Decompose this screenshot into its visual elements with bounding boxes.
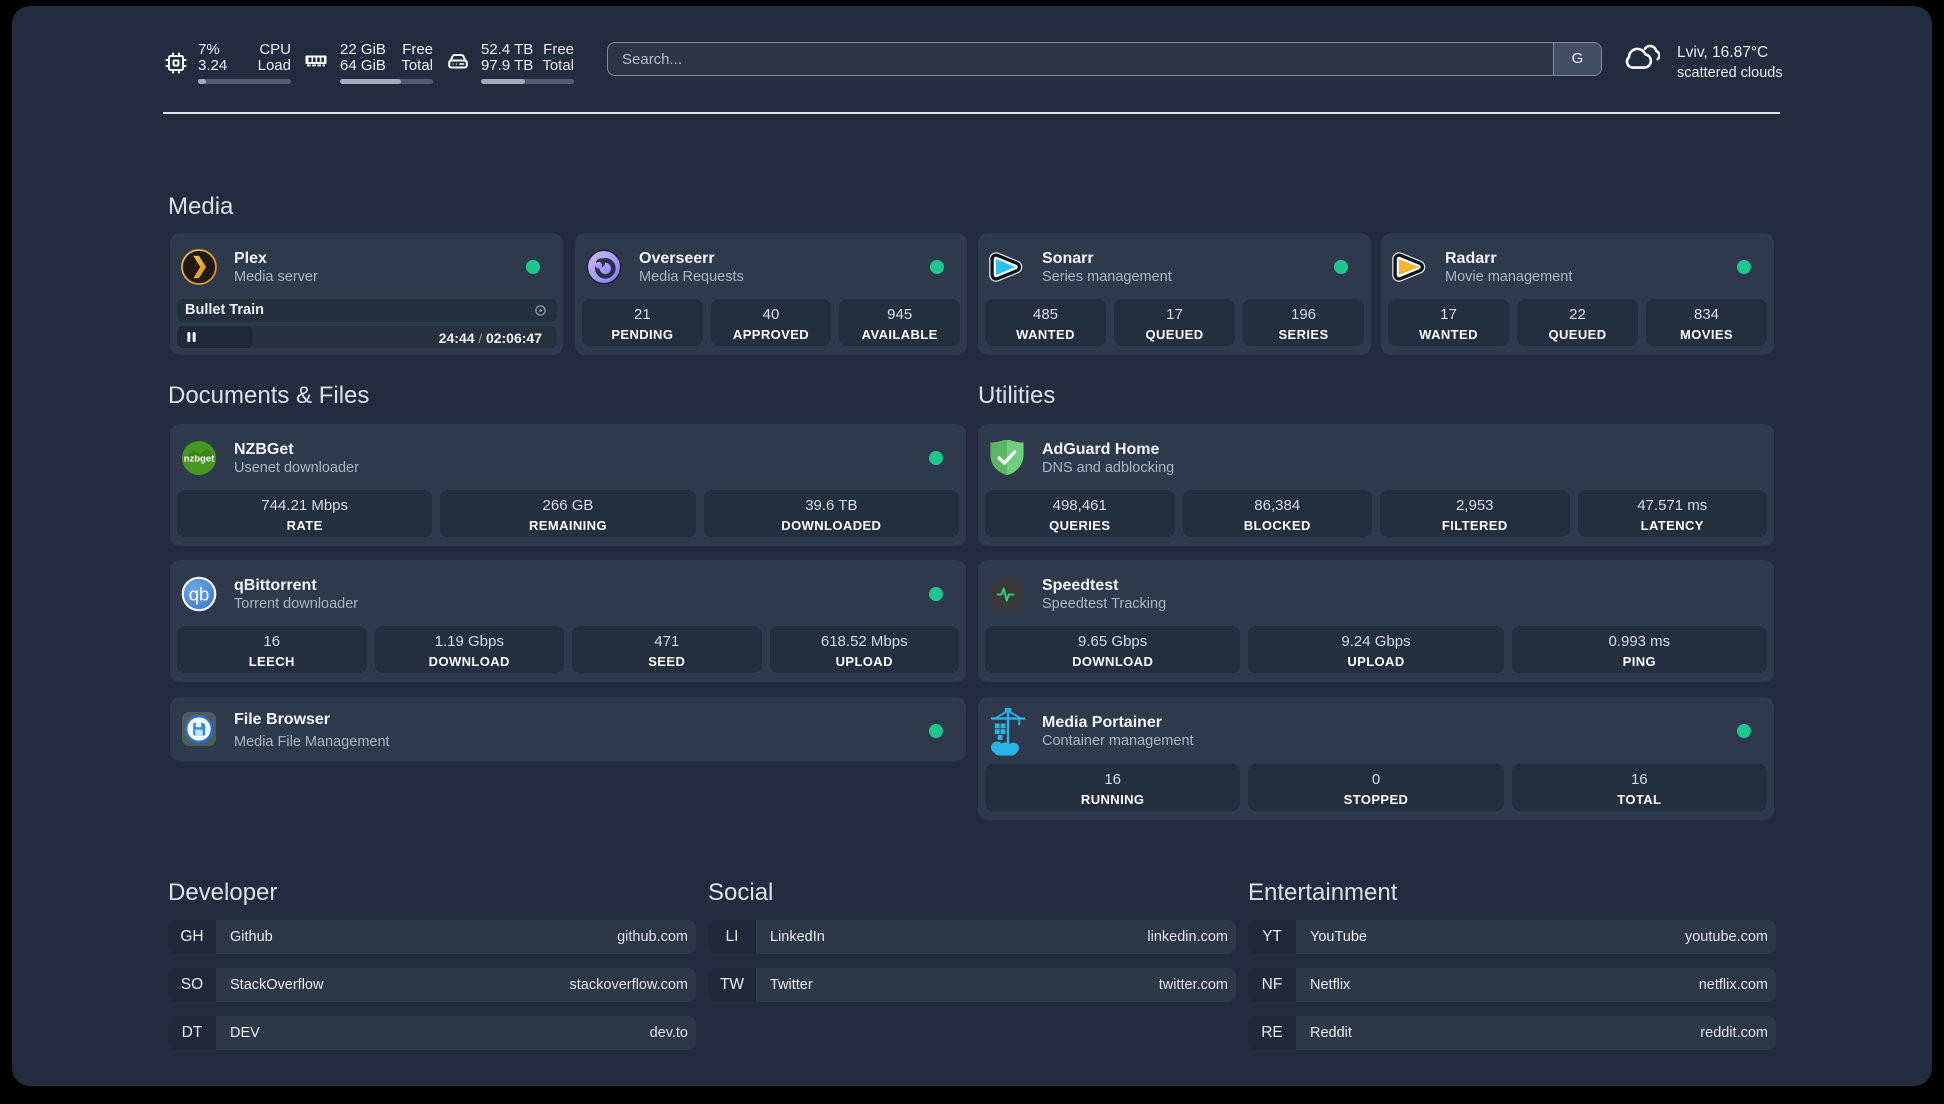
svg-text:qb: qb	[189, 584, 210, 605]
svg-text:nzbget: nzbget	[184, 454, 215, 465]
